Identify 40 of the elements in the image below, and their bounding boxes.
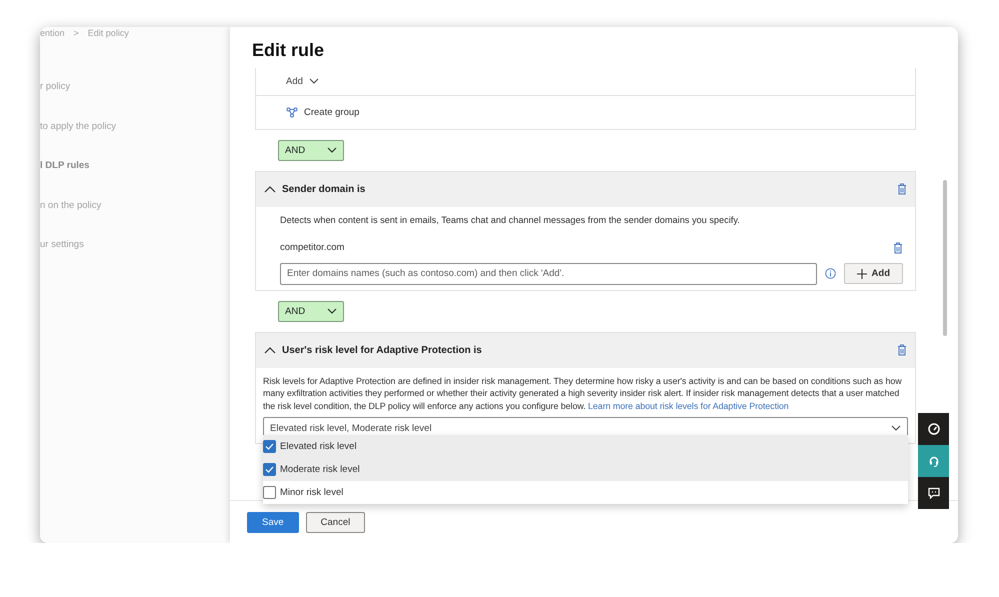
trash-icon[interactable]	[893, 242, 903, 254]
create-group-link[interactable]: Create group	[304, 106, 360, 118]
chevron-up-icon[interactable]	[264, 346, 276, 354]
cancel-button[interactable]: Cancel	[306, 512, 366, 533]
chevron-down-icon	[891, 425, 901, 432]
group-icon[interactable]	[286, 106, 298, 118]
domain-entry: competitor.com	[280, 242, 344, 254]
trash-icon[interactable]	[897, 183, 907, 196]
condition-description: Risk levels for Adaptive Protection are defined in insider risk management. They determine how risky a user's activity is and can be based on conditions such as how many exfiltration activities they performed or whether their activity generated a high severity insider risk alert. If insider risk management detects that a user matched the risk level condition, the DLP policy will enforce any actions you configure below. Learn more about risk levels for Adaptive Protection	[263, 374, 903, 412]
condition-title: User's risk level for Adaptive Protection is	[282, 344, 483, 356]
dropdown-option[interactable]: Elevated risk level	[263, 435, 908, 458]
chat-icon[interactable]	[928, 487, 940, 499]
domain-input-field[interactable]: Enter domains names (such as contoso.com) and then click 'Add'.	[280, 262, 817, 285]
info-icon	[824, 268, 836, 280]
plus-icon	[856, 268, 867, 279]
operator-dropdown[interactable]: AND	[278, 140, 344, 161]
save-button[interactable]: Save	[247, 512, 299, 533]
breadcrumb-separator: >	[74, 27, 79, 40]
add-menu[interactable]: Add	[286, 76, 319, 87]
learn-more-link[interactable]: Learn more about risk levels for Adaptive Protection	[588, 400, 789, 411]
checkbox[interactable]	[263, 463, 276, 476]
checkbox[interactable]	[263, 440, 276, 454]
add-button[interactable]: Add	[844, 263, 903, 284]
chevron-down-icon	[327, 308, 337, 314]
dropdown-option[interactable]: Minor risk level	[263, 481, 908, 504]
condition-title: Sender domain is	[282, 184, 366, 195]
scrollbar-thumb[interactable]	[943, 180, 947, 336]
condition-description: Detects when content is sent in emails, Teams chat and channel messages from the sender domains you specify.	[280, 214, 741, 227]
check-icon	[265, 443, 274, 450]
operator-dropdown[interactable]: AND	[278, 300, 344, 322]
checkbox[interactable]	[263, 486, 276, 500]
chevron-up-icon[interactable]	[264, 186, 276, 193]
trash-icon[interactable]	[897, 344, 907, 356]
chevron-down-icon	[308, 78, 319, 84]
gauge-icon[interactable]	[928, 423, 940, 435]
panel-title: Edit rule	[251, 39, 326, 62]
dropdown-option[interactable]: Moderate risk level	[263, 458, 908, 482]
check-icon	[265, 466, 274, 474]
chevron-down-icon	[327, 147, 337, 154]
headset-icon[interactable]	[928, 455, 940, 467]
